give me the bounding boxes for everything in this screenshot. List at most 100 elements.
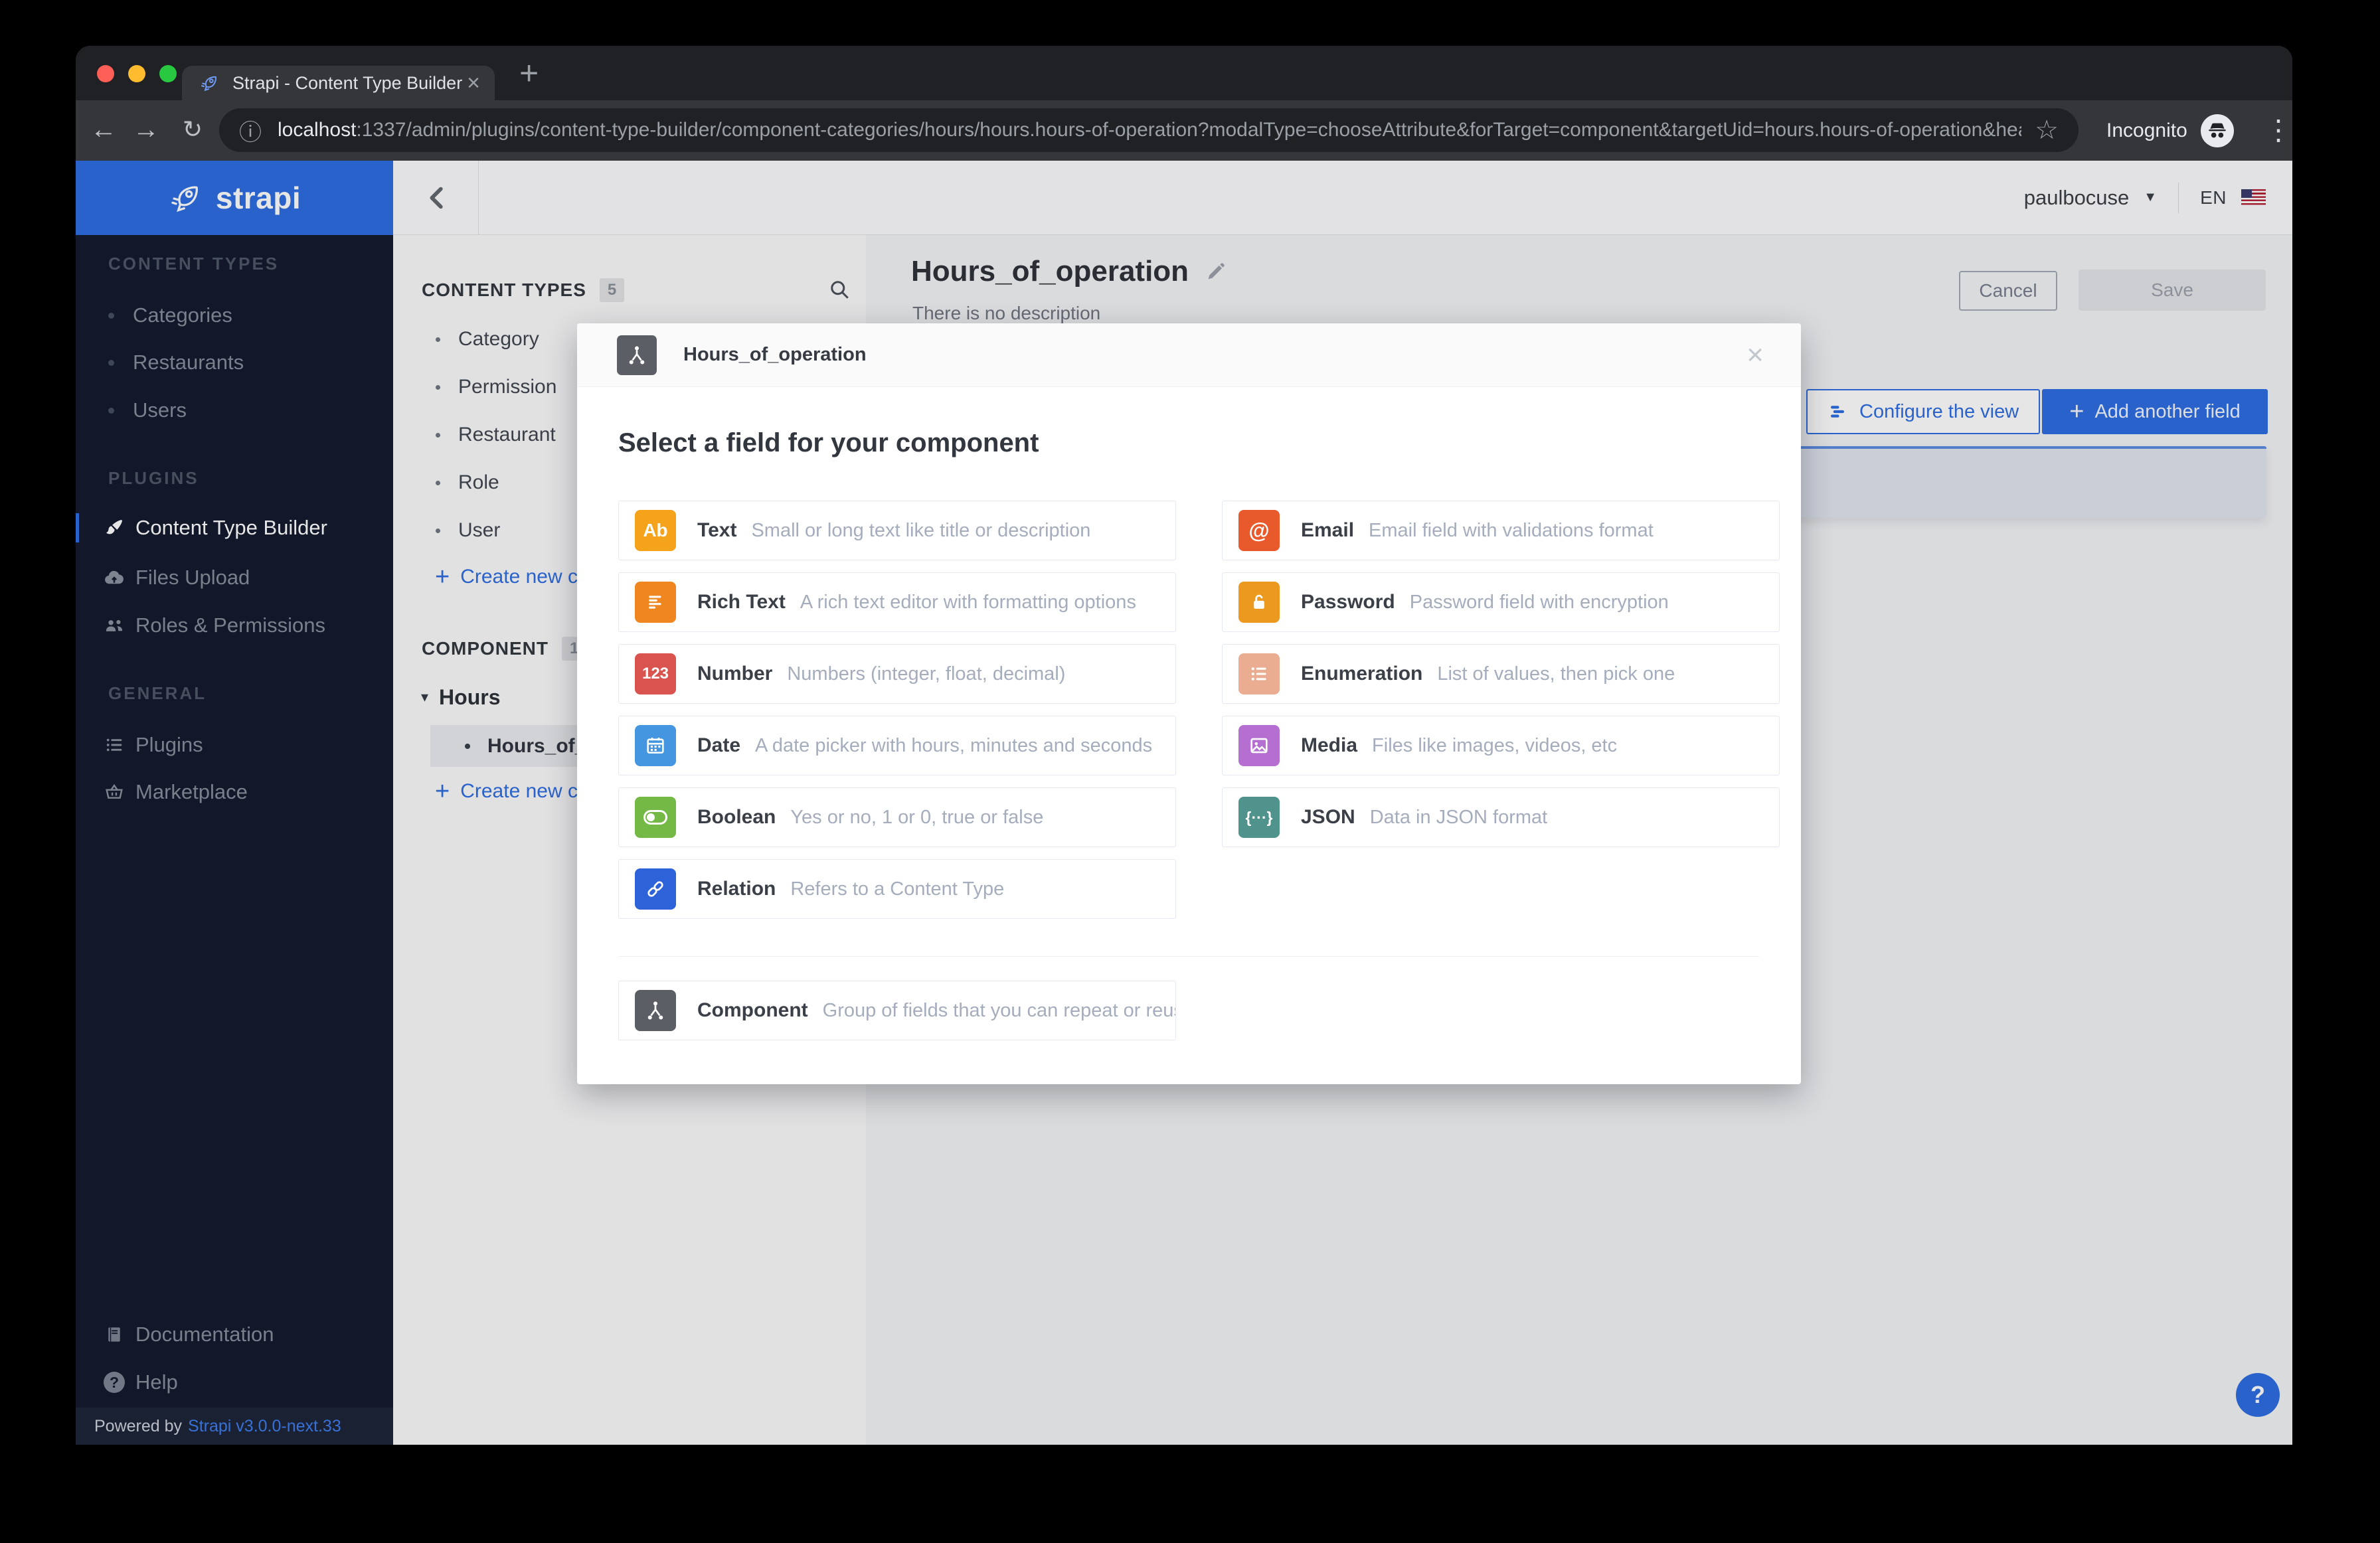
close-window-button[interactable]: [97, 65, 114, 82]
component-icon: [635, 990, 676, 1031]
field-option-rich-text[interactable]: Rich Text A rich text editor with format…: [618, 572, 1176, 632]
chevron-down-icon: ▾: [421, 689, 429, 705]
divider: [618, 956, 1759, 957]
panel-item-permission[interactable]: Permission: [393, 372, 556, 402]
bullet-icon: [436, 384, 440, 390]
plus-icon: +: [2069, 397, 2084, 426]
field-option-email[interactable]: @ Email Email field with validations for…: [1222, 501, 1780, 560]
field-option-boolean[interactable]: Boolean Yes or no, 1 or 0, true or false: [618, 787, 1176, 847]
panel-heading-component: COMPONENT 1: [422, 634, 587, 663]
cancel-button[interactable]: Cancel: [1959, 271, 2057, 311]
page-title: Hours_of_operation: [911, 255, 1189, 287]
brand-name: strapi: [215, 181, 301, 215]
sidebar-heading-plugins: PLUGINS: [108, 468, 199, 488]
choose-field-modal: Hours_of_operation × Select a field for …: [577, 323, 1801, 1084]
sidebar-item-plugins[interactable]: Plugins: [76, 728, 393, 762]
component-icon: [617, 335, 657, 375]
panel-item-category[interactable]: Category: [393, 325, 539, 354]
user-name[interactable]: paulbocuse: [2024, 186, 2130, 210]
strapi-brand-header[interactable]: strapi: [76, 161, 393, 235]
forward-icon[interactable]: →: [128, 111, 165, 148]
help-fab-button[interactable]: ?: [2236, 1373, 2280, 1417]
sidebar-item-content-type-builder[interactable]: Content Type Builder: [76, 511, 393, 545]
address-bar[interactable]: ⓘ localhost:1337/admin/plugins/content-t…: [219, 108, 2079, 152]
strapi-logo-icon: [171, 186, 198, 212]
rich-text-icon: [635, 582, 676, 623]
json-braces-icon: {···}: [1238, 797, 1280, 838]
panel-item-restaurant[interactable]: Restaurant: [393, 420, 556, 449]
create-content-type-link[interactable]: + Create new con: [393, 562, 600, 592]
question-circle-icon: ?: [102, 1370, 126, 1394]
back-chevron-icon[interactable]: [417, 177, 458, 218]
text-field-icon: Ab: [635, 510, 676, 551]
field-options-grid: Ab Text Small or long text like title or…: [618, 501, 1780, 919]
edit-pencil-icon[interactable]: [1205, 260, 1227, 283]
incognito-label: Incognito: [2106, 119, 2187, 141]
component-group-hours[interactable]: ▾ Hours: [393, 681, 501, 713]
page-subtitle: There is no description: [912, 303, 1101, 323]
bullet-icon: [465, 743, 470, 749]
page-title-row: Hours_of_operation: [911, 255, 1227, 288]
field-option-number[interactable]: 123 Number Numbers (integer, float, deci…: [618, 644, 1176, 704]
back-icon[interactable]: ←: [85, 111, 122, 148]
browser-menu-icon[interactable]: ⋮: [2263, 111, 2292, 148]
list-icon: [102, 733, 126, 757]
bullet-icon: [436, 337, 440, 342]
bullet-icon: [108, 359, 114, 366]
browser-toolbar: ← → ↻ ⓘ localhost:1337/admin/plugins/con…: [76, 100, 2292, 161]
site-info-icon[interactable]: ⓘ: [239, 114, 262, 147]
browser-tab[interactable]: Strapi - Content Type Builder ×: [182, 66, 495, 100]
field-option-media[interactable]: Media Files like images, videos, etc: [1222, 716, 1780, 775]
panel-item-user[interactable]: User: [393, 516, 500, 545]
sidebar-heading-content-types: CONTENT TYPES: [108, 254, 280, 274]
strapi-version-link[interactable]: Strapi v3.0.0-next.33: [188, 1417, 341, 1436]
field-option-json[interactable]: {···} JSON Data in JSON format: [1222, 787, 1780, 847]
sidebar-item-restaurants[interactable]: Restaurants: [76, 345, 393, 380]
sidebar-item-marketplace[interactable]: Marketplace: [76, 775, 393, 809]
field-option-password[interactable]: Password Password field with encryption: [1222, 572, 1780, 632]
sidebar-item-documentation[interactable]: Documentation: [76, 1317, 393, 1352]
sidebar-item-roles-permissions[interactable]: Roles & Permissions: [76, 608, 393, 643]
reload-icon[interactable]: ↻: [174, 111, 211, 148]
sidebar-item-files-upload[interactable]: Files Upload: [76, 560, 393, 595]
modal-header: Hours_of_operation ×: [577, 323, 1801, 387]
new-tab-button[interactable]: +: [519, 54, 539, 92]
toggle-icon: [635, 797, 676, 838]
enumeration-list-icon: [1238, 653, 1280, 694]
create-component-link[interactable]: + Create new com: [393, 777, 606, 806]
locale-label[interactable]: EN: [2200, 187, 2227, 208]
panel-item-role[interactable]: Role: [393, 468, 499, 497]
zoom-window-button[interactable]: [159, 65, 177, 82]
incognito-indicator: Incognito: [2106, 100, 2234, 161]
link-chain-icon: [635, 868, 676, 910]
sidebar-item-categories[interactable]: Categories: [76, 298, 393, 333]
close-icon[interactable]: ×: [1746, 340, 1764, 370]
tab-close-icon[interactable]: ×: [467, 72, 480, 94]
add-another-field-button[interactable]: + Add another field: [2042, 389, 2268, 434]
cloud-upload-icon: [102, 566, 126, 590]
field-option-text[interactable]: Ab Text Small or long text like title or…: [618, 501, 1176, 560]
bullet-icon: [436, 480, 440, 485]
bookmark-star-icon[interactable]: ☆: [2035, 115, 2059, 145]
us-flag-icon[interactable]: [2241, 189, 2266, 206]
panel-heading-content-types: CONTENT TYPES 5: [422, 276, 625, 305]
chevron-down-icon[interactable]: ▼: [2144, 190, 2157, 205]
sidebar-item-help[interactable]: ? Help: [76, 1365, 393, 1400]
sidebar-heading-general: GENERAL: [108, 683, 207, 703]
url-text: localhost:1337/admin/plugins/content-typ…: [278, 119, 2022, 141]
email-at-icon: @: [1238, 510, 1280, 551]
field-option-enumeration[interactable]: Enumeration List of values, then pick on…: [1222, 644, 1780, 704]
search-icon[interactable]: [827, 278, 851, 301]
field-option-date[interactable]: Date A date picker with hours, minutes a…: [618, 716, 1176, 775]
field-option-component[interactable]: Component Group of fields that you can r…: [618, 981, 1176, 1040]
modal-title: Hours_of_operation: [683, 344, 867, 365]
configure-view-button[interactable]: Configure the view: [1806, 389, 2041, 434]
minimize-window-button[interactable]: [128, 65, 145, 82]
strapi-favicon-icon: [201, 76, 216, 92]
field-option-relation[interactable]: Relation Refers to a Content Type: [618, 859, 1176, 919]
save-button[interactable]: Save: [2079, 270, 2266, 311]
sidebar-item-users[interactable]: Users: [76, 393, 393, 428]
page-top-strip: paulbocuse ▼ EN: [393, 161, 2292, 235]
window-controls: [97, 65, 177, 82]
screenshot-stage: Strapi - Content Type Builder × + ← → ↻ …: [0, 0, 2380, 1543]
